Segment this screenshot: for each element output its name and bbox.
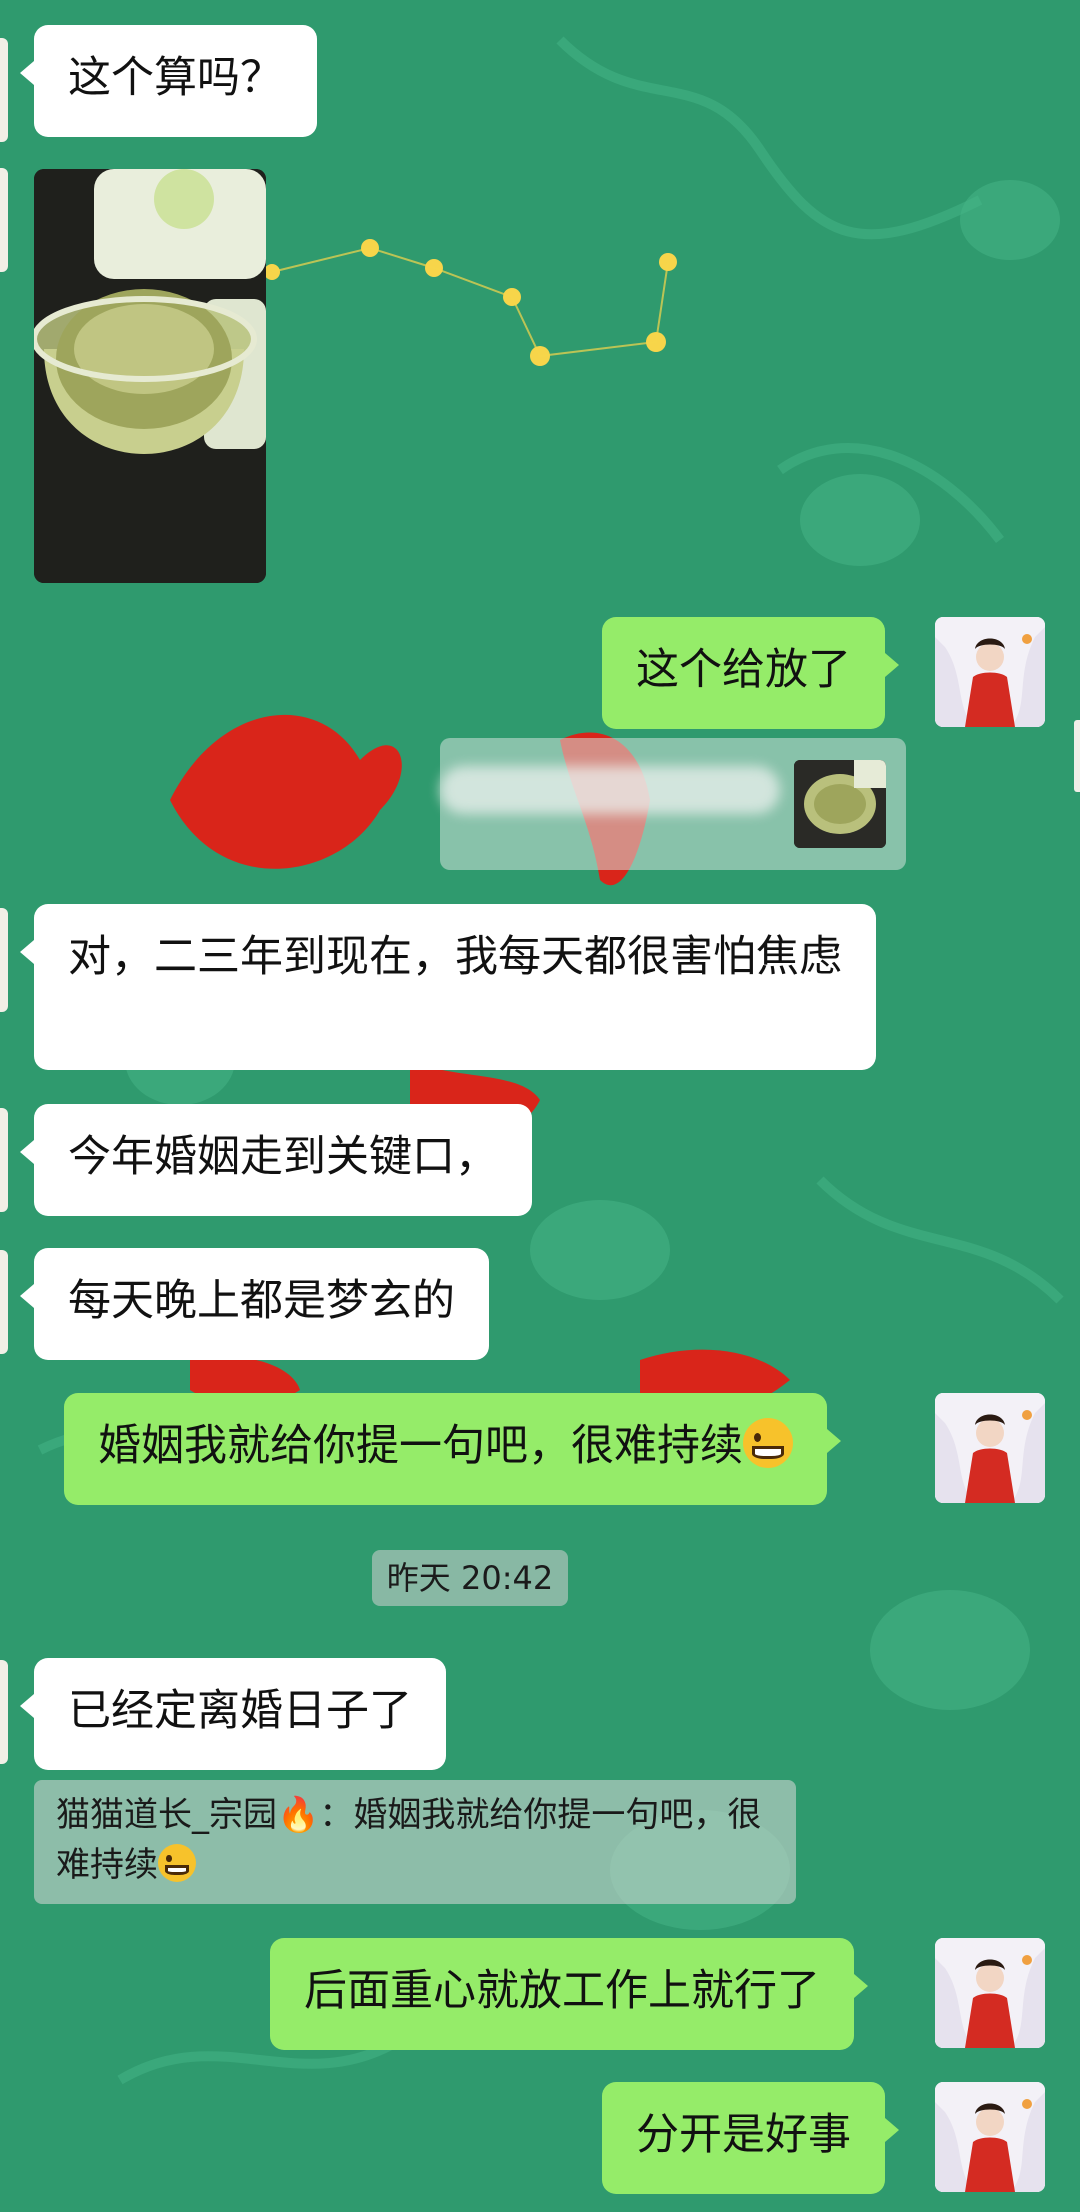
quote-sender: 猫猫道长_宗园: [56, 1795, 277, 1835]
avatar-image: [935, 1938, 1045, 2048]
outgoing-message[interactable]: 婚姻我就给你提一句吧，很难持续: [64, 1393, 841, 1505]
outgoing-message[interactable]: 后面重心就放工作上就行了: [270, 1938, 868, 2050]
sender-avatar-edge[interactable]: [0, 1660, 8, 1764]
my-avatar[interactable]: [935, 617, 1045, 727]
bowl-photo: [34, 169, 266, 583]
incoming-message[interactable]: 对，二三年到现在，我每天都很害怕焦虑: [20, 904, 876, 1070]
message-text: 后面重心就放工作上就行了: [304, 1966, 820, 2016]
message-text: 对，二三年到现在，我每天都很害怕焦虑: [68, 932, 842, 982]
quoted-thumbnail: [794, 760, 886, 848]
incoming-message[interactable]: 这个算吗？: [20, 25, 317, 137]
sender-avatar-edge[interactable]: [0, 1108, 8, 1212]
incoming-message[interactable]: 今年婚姻走到关键口，: [20, 1104, 532, 1216]
scrollbar-edge: [1074, 720, 1080, 792]
quoted-text-blurred: [440, 766, 780, 814]
sender-avatar-edge[interactable]: [0, 38, 8, 142]
my-avatar[interactable]: [935, 2082, 1045, 2192]
outgoing-message[interactable]: 这个给放了: [602, 617, 899, 729]
my-avatar[interactable]: [935, 1393, 1045, 1503]
reply-quote[interactable]: 猫猫道长_宗园🔥：婚姻我就给你提一句吧，很难持续: [34, 1780, 796, 1904]
my-avatar[interactable]: [935, 1938, 1045, 2048]
sender-avatar-edge[interactable]: [0, 168, 8, 272]
sender-avatar-edge[interactable]: [0, 908, 8, 1012]
sender-avatar-edge[interactable]: [0, 1250, 8, 1354]
message-text: 今年婚姻走到关键口，: [68, 1132, 498, 1182]
avatar-image: [935, 2082, 1045, 2192]
avatar-image: [935, 1393, 1045, 1503]
timestamp: 昨天 20:42: [372, 1550, 568, 1606]
message-text: 每天晚上都是梦玄的: [68, 1276, 455, 1326]
image-message[interactable]: [34, 169, 266, 583]
quoted-image-card[interactable]: [440, 738, 906, 870]
avatar-image: [935, 617, 1045, 727]
grinning-face-icon: [158, 1844, 196, 1882]
message-text: 婚姻我就给你提一句吧，很难持续: [98, 1421, 743, 1471]
incoming-message[interactable]: 每天晚上都是梦玄的: [20, 1248, 489, 1360]
incoming-message[interactable]: 已经定离婚日子了: [20, 1658, 446, 1770]
message-text: 已经定离婚日子了: [68, 1686, 412, 1736]
outgoing-message[interactable]: 分开是好事: [602, 2082, 899, 2194]
fire-icon: 🔥: [277, 1795, 320, 1835]
message-text: 这个给放了: [636, 645, 851, 695]
message-text: 这个算吗？: [68, 53, 283, 103]
grinning-face-icon: [743, 1418, 793, 1468]
message-text: 分开是好事: [636, 2110, 851, 2160]
